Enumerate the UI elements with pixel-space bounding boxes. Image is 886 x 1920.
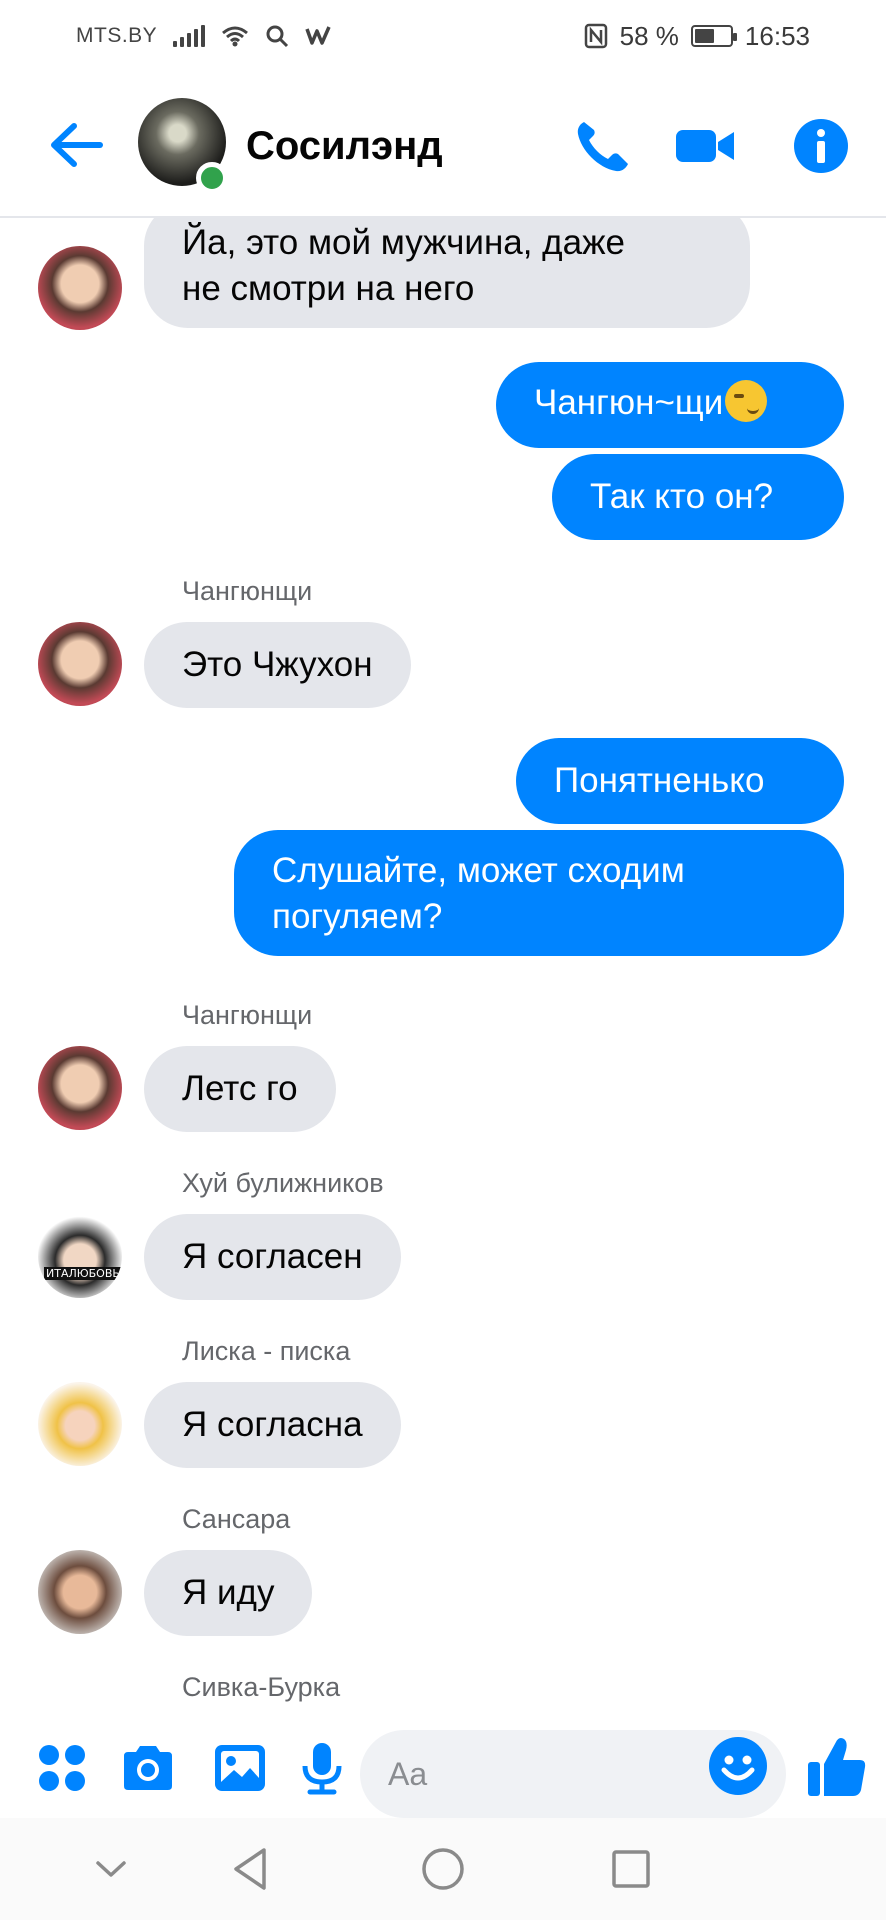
message-composer: [0, 1718, 886, 1818]
sender-avatar[interactable]: [38, 1550, 122, 1634]
message-text: Так кто он?: [590, 477, 774, 516]
carrier-label: MTS.BY: [76, 24, 158, 47]
chat-title[interactable]: Сосилэнд: [246, 124, 443, 169]
message-text: Слушайте, может сходим: [272, 851, 685, 890]
message-input[interactable]: [388, 1755, 718, 1793]
status-bar: MTS.BY 58 % 16:53: [0, 0, 886, 72]
outgoing-message-bubble[interactable]: Понятненько: [516, 738, 844, 824]
message-text: Йа, это мой мужчина, даже: [182, 223, 625, 262]
chevron-down-icon[interactable]: [86, 1844, 136, 1894]
recents-square-icon[interactable]: [606, 1844, 656, 1894]
online-status-dot: [196, 162, 228, 194]
incoming-message-bubble[interactable]: Я согласна: [144, 1382, 401, 1468]
outgoing-message-bubble[interactable]: Так кто он?: [552, 454, 844, 540]
message-list[interactable]: Йа, это мой мужчина, даже не смотри на н…: [0, 218, 886, 1718]
menu-dots-icon[interactable]: [34, 1740, 90, 1796]
smirking-face-emoji-icon: [725, 380, 768, 422]
incoming-message-bubble[interactable]: Я иду: [144, 1550, 313, 1636]
sender-name: Чангюнщи: [182, 576, 313, 606]
message-text-line2: погуляем?: [272, 897, 443, 936]
sender-avatar[interactable]: [38, 1382, 122, 1466]
back-triangle-icon[interactable]: [226, 1844, 276, 1894]
incoming-message-bubble[interactable]: Я согласен: [144, 1214, 401, 1300]
sender-avatar[interactable]: [38, 1046, 122, 1130]
message-text: Летс го: [182, 1069, 298, 1108]
microphone-icon[interactable]: [294, 1740, 350, 1796]
incoming-message-bubble[interactable]: Йа, это мой мужчина, даже не смотри на н…: [144, 218, 750, 328]
clock: 16:53: [744, 20, 810, 51]
search-icon: [266, 25, 289, 48]
incoming-message-bubble[interactable]: Летс го: [144, 1046, 336, 1132]
message-text: Я согласен: [182, 1237, 363, 1276]
sender-avatar[interactable]: [38, 622, 122, 706]
phone-call-icon[interactable]: [572, 116, 634, 176]
wifi-icon: [222, 26, 249, 47]
back-arrow-icon[interactable]: [48, 120, 104, 170]
signal-icon: [173, 25, 206, 47]
battery-percent: 58 %: [619, 20, 679, 51]
camera-icon[interactable]: [120, 1740, 176, 1796]
thumbs-up-icon[interactable]: [806, 1734, 868, 1800]
message-text-line2: не смотри на него: [182, 269, 475, 308]
message-text: Я согласна: [182, 1405, 363, 1444]
sender-name: Чангюнщи: [182, 1000, 313, 1030]
sender-avatar[interactable]: [38, 246, 122, 330]
sender-avatar[interactable]: ИТАЛЮБОВЬ: [38, 1214, 122, 1298]
system-navigation-bar: [0, 1818, 886, 1920]
outgoing-message-bubble[interactable]: Слушайте, может сходим погуляем?: [234, 830, 844, 956]
message-text: Чангюн~щи: [534, 383, 724, 422]
sender-name: Лиска - писка: [182, 1336, 351, 1366]
chat-header: Сосилэнд: [0, 72, 886, 218]
outgoing-message-bubble[interactable]: Чангюн~щи: [496, 362, 844, 448]
message-text: Я иду: [182, 1573, 275, 1612]
incoming-message-bubble[interactable]: Это Чжухон: [144, 622, 411, 708]
app-w-icon: [305, 26, 331, 45]
emoji-icon[interactable]: [708, 1736, 768, 1796]
message-text: Понятненько: [554, 761, 765, 800]
sender-name: Хуй булижников: [182, 1168, 384, 1198]
gallery-icon[interactable]: [212, 1740, 268, 1796]
home-circle-icon[interactable]: [418, 1844, 468, 1894]
avatar-caption: ИТАЛЮБОВЬ: [44, 1267, 122, 1280]
battery-icon: [690, 25, 737, 47]
nfc-icon: [584, 23, 607, 49]
message-text: Это Чжухон: [182, 645, 373, 684]
sender-name: Сивка-Бурка: [182, 1672, 341, 1702]
video-call-icon[interactable]: [674, 116, 736, 176]
info-icon[interactable]: [790, 116, 852, 176]
sender-name: Сансара: [182, 1504, 291, 1534]
